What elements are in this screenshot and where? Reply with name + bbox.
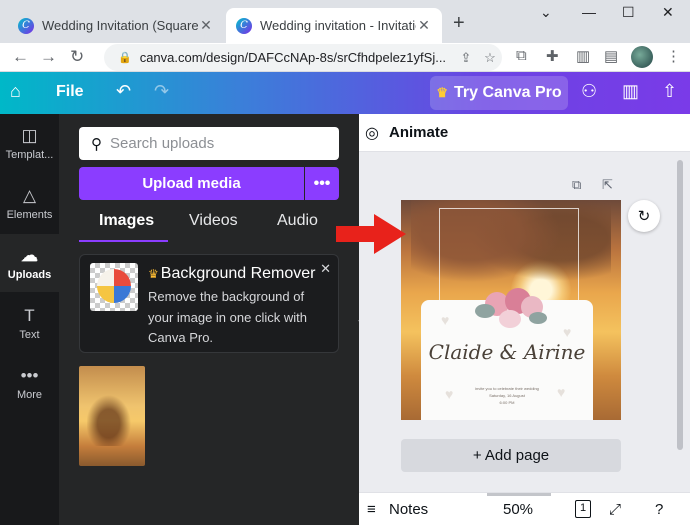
search-uploads-input[interactable]: ⚲ Search uploads <box>79 127 339 160</box>
red-arrow-annotation <box>336 214 406 254</box>
rail-item-uploads[interactable]: ☁ Uploads <box>0 234 59 292</box>
tab-videos[interactable]: Videos <box>189 212 238 230</box>
profile-avatar[interactable] <box>631 46 653 68</box>
try-canva-pro-button[interactable]: ♛ Try Canva Pro <box>430 76 568 110</box>
rail-item-label: More <box>16 389 43 401</box>
try-canva-pro-label: Try Canva Pro <box>454 84 562 101</box>
rail-item-label: Text <box>19 329 40 341</box>
canva-header: ⌂ File ↶ ↷ ♛ Try Canva Pro ⚇ ▥ ⇧ <box>0 72 690 114</box>
heart-decoration: ♥ <box>563 324 572 340</box>
canva-favicon-icon: C <box>236 17 252 34</box>
date-text-line: Saturday, 16 August <box>489 393 525 398</box>
analytics-icon[interactable]: ▥ <box>622 81 639 102</box>
rail-item-label: Templat... <box>5 149 54 161</box>
flower-bouquet <box>471 286 551 332</box>
background-remover-promo[interactable]: ♛ Background Remover Remove the backgroun… <box>79 254 339 353</box>
duplicate-page-icon[interactable]: ⧉ <box>572 177 581 193</box>
search-icon: ⚲ <box>91 135 102 153</box>
home-icon[interactable]: ⌂ <box>10 81 21 102</box>
forward-icon[interactable]: → <box>40 47 57 67</box>
lock-icon[interactable]: 🔒 <box>118 51 132 64</box>
undo-icon[interactable]: ↶ <box>116 81 131 102</box>
close-icon[interactable]: ✕ <box>320 261 331 277</box>
invite-text-line: invite you to celebrate their wedding <box>475 386 539 391</box>
page-count-button[interactable]: 1 <box>575 500 591 518</box>
bookmark-star-icon[interactable]: ☆ <box>478 50 502 66</box>
zoom-slider[interactable] <box>487 493 551 496</box>
browser-toolbar: ← → ↻ 🔒 canva.com/design/DAFCcNAp-8s/srC… <box>0 43 690 72</box>
add-page-icon[interactable]: ⇱ <box>602 177 613 193</box>
template-icon: ◫ <box>21 126 38 145</box>
browser-tab-title: Wedding invitation - Invitation ( <box>260 18 416 33</box>
rail-item-elements[interactable]: △ Elements <box>0 174 59 232</box>
text-icon: T <box>24 306 35 325</box>
extension-icon[interactable]: ⧉ <box>516 47 527 64</box>
search-placeholder: Search uploads <box>110 135 215 152</box>
editor-scrollbar[interactable] <box>677 160 683 450</box>
tab-images[interactable]: Images <box>99 212 154 230</box>
browser-tab-strip: C Wedding Invitation (Square) ✕ C Weddin… <box>0 0 690 43</box>
crown-icon: ♛ <box>436 85 449 100</box>
active-tab-indicator <box>79 240 168 242</box>
promo-description: Remove the background of your image in o… <box>148 289 307 345</box>
close-tab-icon[interactable]: ✕ <box>198 17 214 34</box>
back-icon[interactable]: ← <box>12 47 29 67</box>
url-text[interactable]: canva.com/design/DAFCcNAp-8s/srCfhdpelez… <box>140 50 454 65</box>
browser-tab-wedding-invitation[interactable]: C Wedding invitation - Invitation ( ✕ <box>226 8 442 43</box>
tab-audio[interactable]: Audio <box>277 212 318 230</box>
promo-title: ♛ Background Remover <box>148 265 316 282</box>
maximize-button[interactable]: ☐ <box>622 4 635 21</box>
animate-icon[interactable]: ◎ <box>365 123 379 143</box>
editor-bottom-bar: ≡ Notes 50% 1 ⤢ ? <box>359 492 690 525</box>
reading-list-icon[interactable]: ▤ <box>604 47 618 65</box>
editor-toolbar: ◎ Animate <box>359 114 690 152</box>
puzzle-icon[interactable]: ✚ <box>546 47 559 65</box>
rail-item-label: Uploads <box>7 269 52 281</box>
redo-icon[interactable]: ↷ <box>154 81 169 102</box>
notes-button[interactable]: Notes <box>389 501 428 518</box>
design-canvas[interactable]: ♥ ♥ ♥ ♥ Claide & Airine invite you to ce… <box>401 200 621 420</box>
tab-search-chevron-icon[interactable]: ⌄ <box>540 4 552 21</box>
refresh-suggestions-icon[interactable]: ↻ <box>628 200 660 232</box>
more-dots-icon: ••• <box>20 366 39 385</box>
heart-decoration: ♥ <box>441 312 450 328</box>
close-tab-icon[interactable]: ✕ <box>416 17 432 34</box>
share-icon[interactable]: ⇪ <box>454 50 478 66</box>
rail-item-templates[interactable]: ◫ Templat... <box>0 114 59 172</box>
browser-tab-wedding-square[interactable]: C Wedding Invitation (Square) ✕ <box>8 8 224 43</box>
left-icon-rail: ◫ Templat... △ Elements ☁ Uploads T Text… <box>0 114 59 525</box>
upload-options-button[interactable]: ••• <box>305 167 339 200</box>
zoom-level[interactable]: 50% <box>503 501 533 518</box>
crown-icon: ♛ <box>148 267 159 281</box>
fullscreen-icon[interactable]: ⤢ <box>609 501 621 518</box>
share-people-icon[interactable]: ⚇ <box>581 81 597 102</box>
elements-icon: △ <box>22 186 37 205</box>
cloud-upload-icon: ☁ <box>21 246 38 265</box>
sidepanel-icon[interactable]: ▥ <box>576 47 590 65</box>
rail-item-text[interactable]: T Text <box>0 294 59 352</box>
notes-icon[interactable]: ≡ <box>367 501 376 518</box>
beach-ball-image <box>90 263 138 311</box>
new-tab-button[interactable]: + <box>453 12 465 35</box>
upload-media-button[interactable]: Upload media <box>79 167 304 200</box>
file-menu[interactable]: File <box>56 83 84 101</box>
editor-area: ◎ Animate ⧉ ⇱ ♥ ♥ ♥ ♥ Claide & Airine in… <box>359 114 690 525</box>
animate-button[interactable]: Animate <box>389 124 448 141</box>
rail-item-label: Elements <box>6 209 53 221</box>
close-window-button[interactable]: ✕ <box>662 4 674 21</box>
reload-icon[interactable]: ↻ <box>70 47 84 67</box>
help-icon[interactable]: ? <box>655 501 663 518</box>
rail-item-more[interactable]: ••• More <box>0 354 59 412</box>
address-bar[interactable]: 🔒 canva.com/design/DAFCcNAp-8s/srCfhdpel… <box>104 44 502 71</box>
canva-favicon-icon: C <box>18 17 34 34</box>
time-text-line: 6:00 PM <box>499 400 515 405</box>
uploaded-image-thumbnail[interactable] <box>79 366 145 466</box>
couple-names: Claide & Airine <box>428 340 586 364</box>
upload-share-icon[interactable]: ⇧ <box>662 81 677 102</box>
minimize-button[interactable]: — <box>582 4 596 20</box>
browser-tab-title: Wedding Invitation (Square) <box>42 18 198 33</box>
add-page-button[interactable]: + Add page <box>401 439 621 472</box>
browser-menu-icon[interactable]: ⋮ <box>666 47 681 65</box>
uploads-panel: ⚲ Search uploads Upload media ••• Images… <box>59 114 359 525</box>
